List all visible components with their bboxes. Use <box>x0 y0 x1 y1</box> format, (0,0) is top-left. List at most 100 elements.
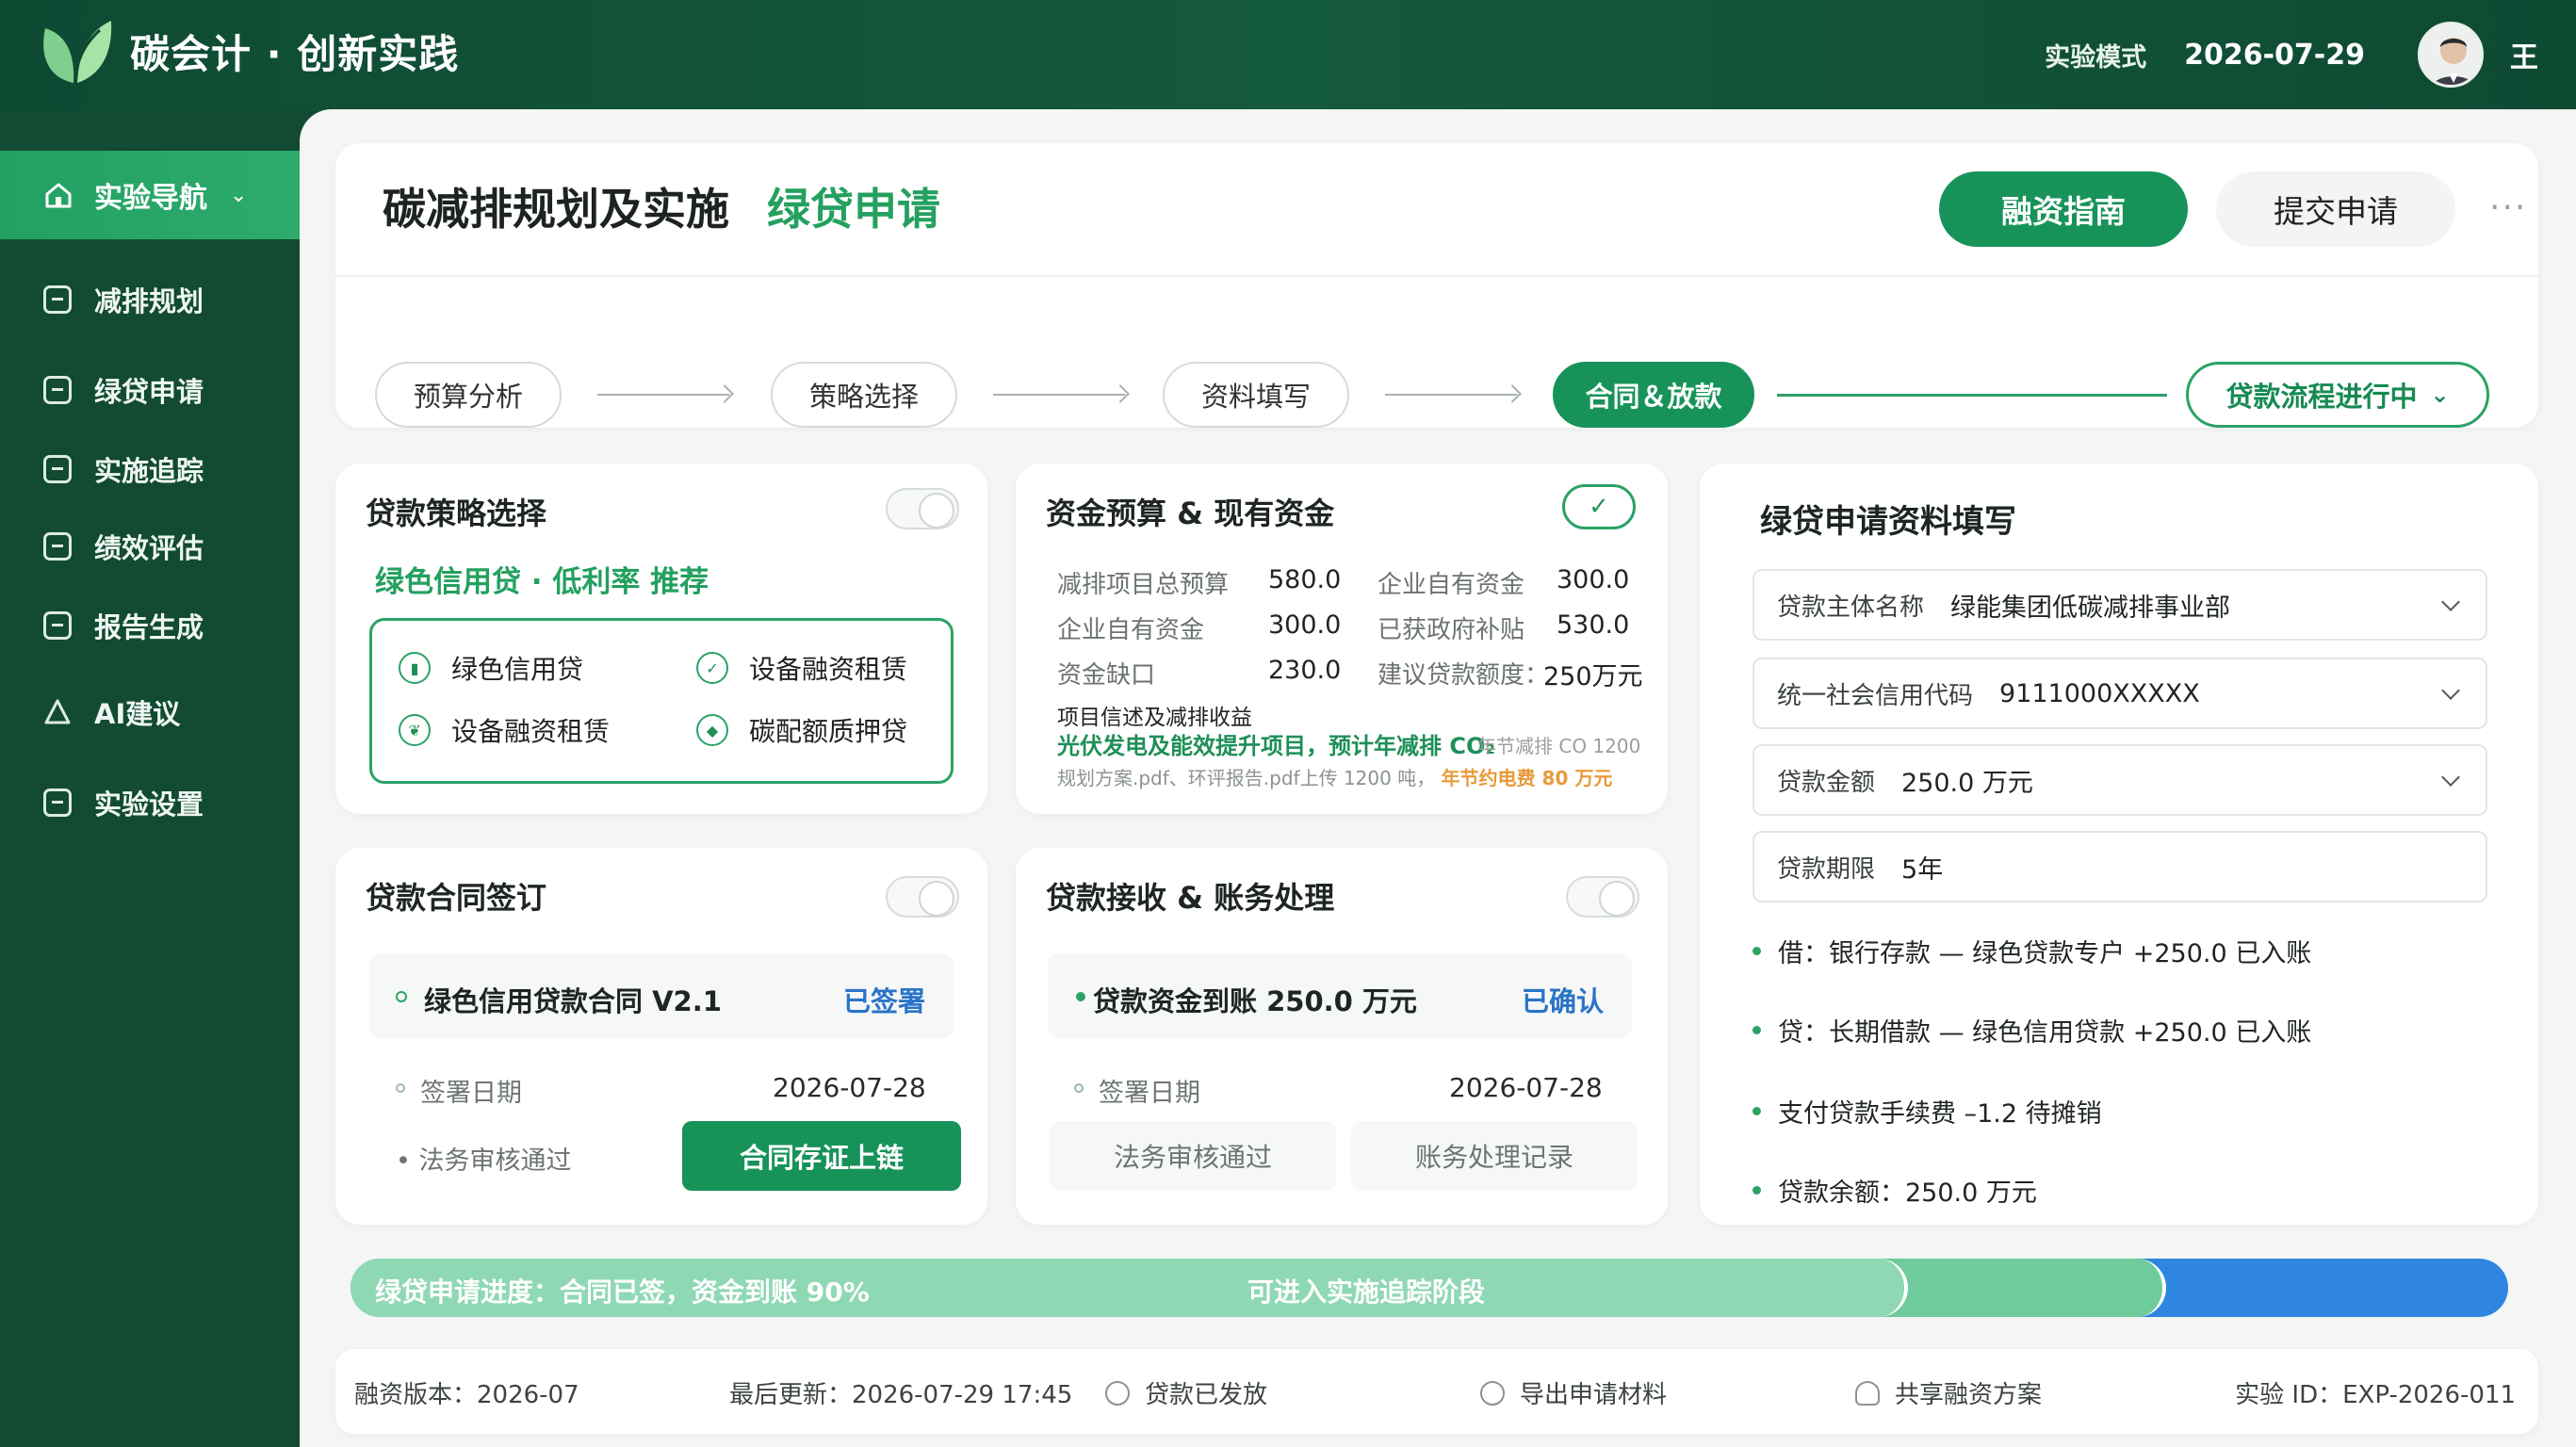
shield-icon: ◆ <box>696 714 728 746</box>
option-equipment-leasing[interactable]: ✓ 设备融资租赁 <box>696 649 907 687</box>
header-card: 碳减排规划及实施 绿贷申请 融资指南 提交申请 ··· 预算分析 策略选择 资料… <box>335 143 2538 428</box>
brand[interactable]: 碳会计 · 创新实践 <box>38 17 459 85</box>
contract-toggle[interactable] <box>886 876 959 918</box>
divider <box>335 275 2538 277</box>
avatar[interactable] <box>2418 22 2484 88</box>
step-data-fill[interactable]: 资料填写 <box>1163 362 1349 428</box>
bullet-icon <box>1753 947 1761 955</box>
journal-entry-debit: 借：银行存款 — 绿色贷款专户 +250.0 已入账 <box>1753 933 2311 969</box>
entry-text: 借：银行存款 — 绿色贷款专户 +250.0 已入账 <box>1778 939 2312 968</box>
export-icon <box>1480 1380 1505 1406</box>
budget-funds-card: 资金预算 & 现有资金 ✓ 减排项目总预算 580.0 企业自有资金 300.0… <box>1016 463 1668 814</box>
budget-value: 580.0 <box>1268 565 1342 594</box>
project-file-link[interactable]: 规划方案.pdf、环评报告.pdf上传 <box>1057 767 1338 789</box>
budget-label: 已获政府补贴 <box>1378 616 1525 644</box>
entry-text: 支付贷款手续费 –1.2 待摊销 <box>1778 1099 2102 1129</box>
sidebar-item-settings[interactable]: 实验设置 <box>0 774 300 831</box>
progress-next-stage[interactable]: 可进入实施追踪阶段 <box>1247 1272 1485 1309</box>
field-label: 贷款期限 <box>1777 854 1876 884</box>
accounting-record-button[interactable]: 账务处理记录 <box>1351 1121 1638 1191</box>
sidebar-item-reduction-plan[interactable]: 减排规划 <box>0 271 300 328</box>
sidebar: 实验导航 ⌄ 减排规划 绿贷申请 实施追踪 绩效评估 报告生成 AI建议 实验设… <box>0 111 300 1447</box>
step-budget-analysis[interactable]: 预算分析 <box>375 362 562 428</box>
legal-review-text: 法务审核通过 <box>418 1146 572 1176</box>
option-carbon-pledge[interactable]: ◆ 碳配额质押贷 <box>696 711 907 749</box>
budget-value: 300.0 <box>1268 610 1342 640</box>
loan-term-field[interactable]: 贷款期限 5年 <box>1753 831 2487 902</box>
target-icon <box>1105 1380 1130 1406</box>
sidebar-item-label: 报告生成 <box>94 611 204 643</box>
budget-label: 资金缺口 <box>1057 661 1156 690</box>
contract-status: 已签署 <box>842 985 925 1017</box>
main-panel: 碳减排规划及实施 绿贷申请 融资指南 提交申请 ··· 预算分析 策略选择 资料… <box>300 109 2576 1447</box>
progress-text: 绿贷申请进度：合同已签，资金到账 90% <box>375 1276 870 1308</box>
share-text: 共享融资方案 <box>1895 1381 2043 1409</box>
export-materials-button[interactable]: 导出申请材料 <box>1480 1375 1667 1410</box>
sidebar-item-ai-advice[interactable]: AI建议 <box>0 684 300 740</box>
loan-flow-status-dropdown[interactable]: 贷款流程进行中 ⌄ <box>2186 362 2489 428</box>
sidebar-head-experiment-nav[interactable]: 实验导航 ⌄ <box>0 151 300 239</box>
receive-row[interactable]: 贷款资金到账 250.0 万元 已确认 <box>1048 953 1632 1038</box>
option-equipment-leasing-2[interactable]: ❦ 设备融资租赁 <box>399 711 610 749</box>
option-green-credit[interactable]: ▮ 绿色信用贷 <box>399 649 583 687</box>
submit-application-button[interactable]: 提交申请 <box>2216 171 2455 247</box>
project-title: 项目信述及减排收益 <box>1057 706 1252 730</box>
application-form-card: 绿贷申请资料填写 贷款主体名称 绿能集团低碳减排事业部 统一社会信用代码 911… <box>1700 463 2538 1225</box>
project-description: 光伏发电及能效提升项目，预计年减排 CO₂ <box>1057 733 1495 759</box>
report-icon <box>43 611 72 640</box>
borrower-name-field[interactable]: 贷款主体名称 绿能集团低碳减排事业部 <box>1753 569 2487 641</box>
sidebar-item-tracking[interactable]: 实施追踪 <box>0 441 300 497</box>
application-progress-bar: 绿贷申请进度：合同已签，资金到账 90% 可进入实施追踪阶段 <box>351 1259 2508 1317</box>
sidebar-item-label: 绩效评估 <box>94 532 204 564</box>
sidebar-item-green-loan[interactable]: 绿贷申请 <box>0 362 300 418</box>
loan-released-status[interactable]: 贷款已发放 <box>1105 1375 1267 1410</box>
export-text: 导出申请材料 <box>1520 1381 1668 1409</box>
project-footer: 规划方案.pdf、环评报告.pdf上传 1200 吨， 年节约电费 80 万元 <box>1057 763 1612 790</box>
bullet-icon <box>1753 1026 1761 1034</box>
receive-name: 贷款资金到账 250.0 万元 <box>1093 985 1417 1017</box>
strategy-toggle[interactable] <box>886 488 959 529</box>
loan-released-text: 贷款已发放 <box>1145 1381 1268 1409</box>
step-progress-line <box>1777 394 2167 397</box>
contract-blockchain-button[interactable]: 合同存证上链 <box>682 1121 961 1191</box>
project-extra: 年节减排 CO 1200 <box>1477 735 1641 757</box>
loan-strategy-card: 贷款策略选择 绿色信用贷 · 低利率 推荐 ▮ 绿色信用贷 ✓ 设备融资租赁 ❦… <box>335 463 987 814</box>
top-right-area: 实验模式 2026-07-29 王 <box>2045 17 2538 92</box>
sign-date-label: 签署日期 <box>1099 1079 1200 1108</box>
check-icon[interactable]: ✓ <box>1562 484 1636 529</box>
page-subtitle: 绿贷申请 <box>767 184 940 235</box>
chevron-down-icon <box>2441 681 2460 700</box>
sidebar-item-label: 实施追踪 <box>94 455 204 487</box>
share-plan-button[interactable]: 共享融资方案 <box>1855 1375 2042 1410</box>
budget-label: 减排项目总预算 <box>1057 571 1230 599</box>
step-contract-release[interactable]: 合同＆放款 <box>1553 362 1754 428</box>
settings-icon <box>43 789 72 817</box>
chevron-down-icon <box>2441 768 2460 787</box>
user-name[interactable]: 王 <box>2510 34 2538 75</box>
sidebar-item-report[interactable]: 报告生成 <box>0 597 300 654</box>
contract-name: 绿色信用贷款合同 V2.1 <box>424 985 722 1017</box>
journal-entry-credit: 贷：长期借款 — 绿色信用贷款 +250.0 已入账 <box>1753 1012 2311 1049</box>
financing-guide-button[interactable]: 融资指南 <box>1939 171 2188 247</box>
recommended-strategy: 绿色信用贷 · 低利率 推荐 <box>375 565 709 599</box>
mode-label[interactable]: 实验模式 <box>2045 37 2146 73</box>
option-label: 绿色信用贷 <box>451 654 584 685</box>
bullet-icon <box>1753 1186 1761 1195</box>
sidebar-item-performance[interactable]: 绩效评估 <box>0 518 300 575</box>
step-strategy-select[interactable]: 策略选择 <box>771 362 957 428</box>
credit-code-field[interactable]: 统一社会信用代码 9111000XXXXX <box>1753 658 2487 729</box>
app-title: 碳会计 · 创新实践 <box>130 30 460 77</box>
loan-amount-field[interactable]: 贷款金额 250.0 万元 <box>1753 744 2487 816</box>
contract-row[interactable]: 绿色信用贷款合同 V2.1 已签署 <box>369 953 954 1038</box>
sign-date-value: 2026-07-28 <box>1449 1072 1603 1103</box>
home-icon <box>45 183 72 208</box>
chart-icon <box>43 285 72 314</box>
leaf-logo-icon <box>43 21 112 84</box>
check-circle-icon: ✓ <box>696 652 728 684</box>
chevron-down-icon: ⌄ <box>230 183 248 207</box>
more-menu-icon[interactable]: ··· <box>2489 188 2527 227</box>
journal-entry-balance: 贷款余额：250.0 万元 <box>1753 1172 2037 1209</box>
card-title: 贷款合同签订 <box>366 880 547 916</box>
receive-toggle[interactable] <box>1566 876 1639 918</box>
dot-icon <box>396 1083 405 1093</box>
